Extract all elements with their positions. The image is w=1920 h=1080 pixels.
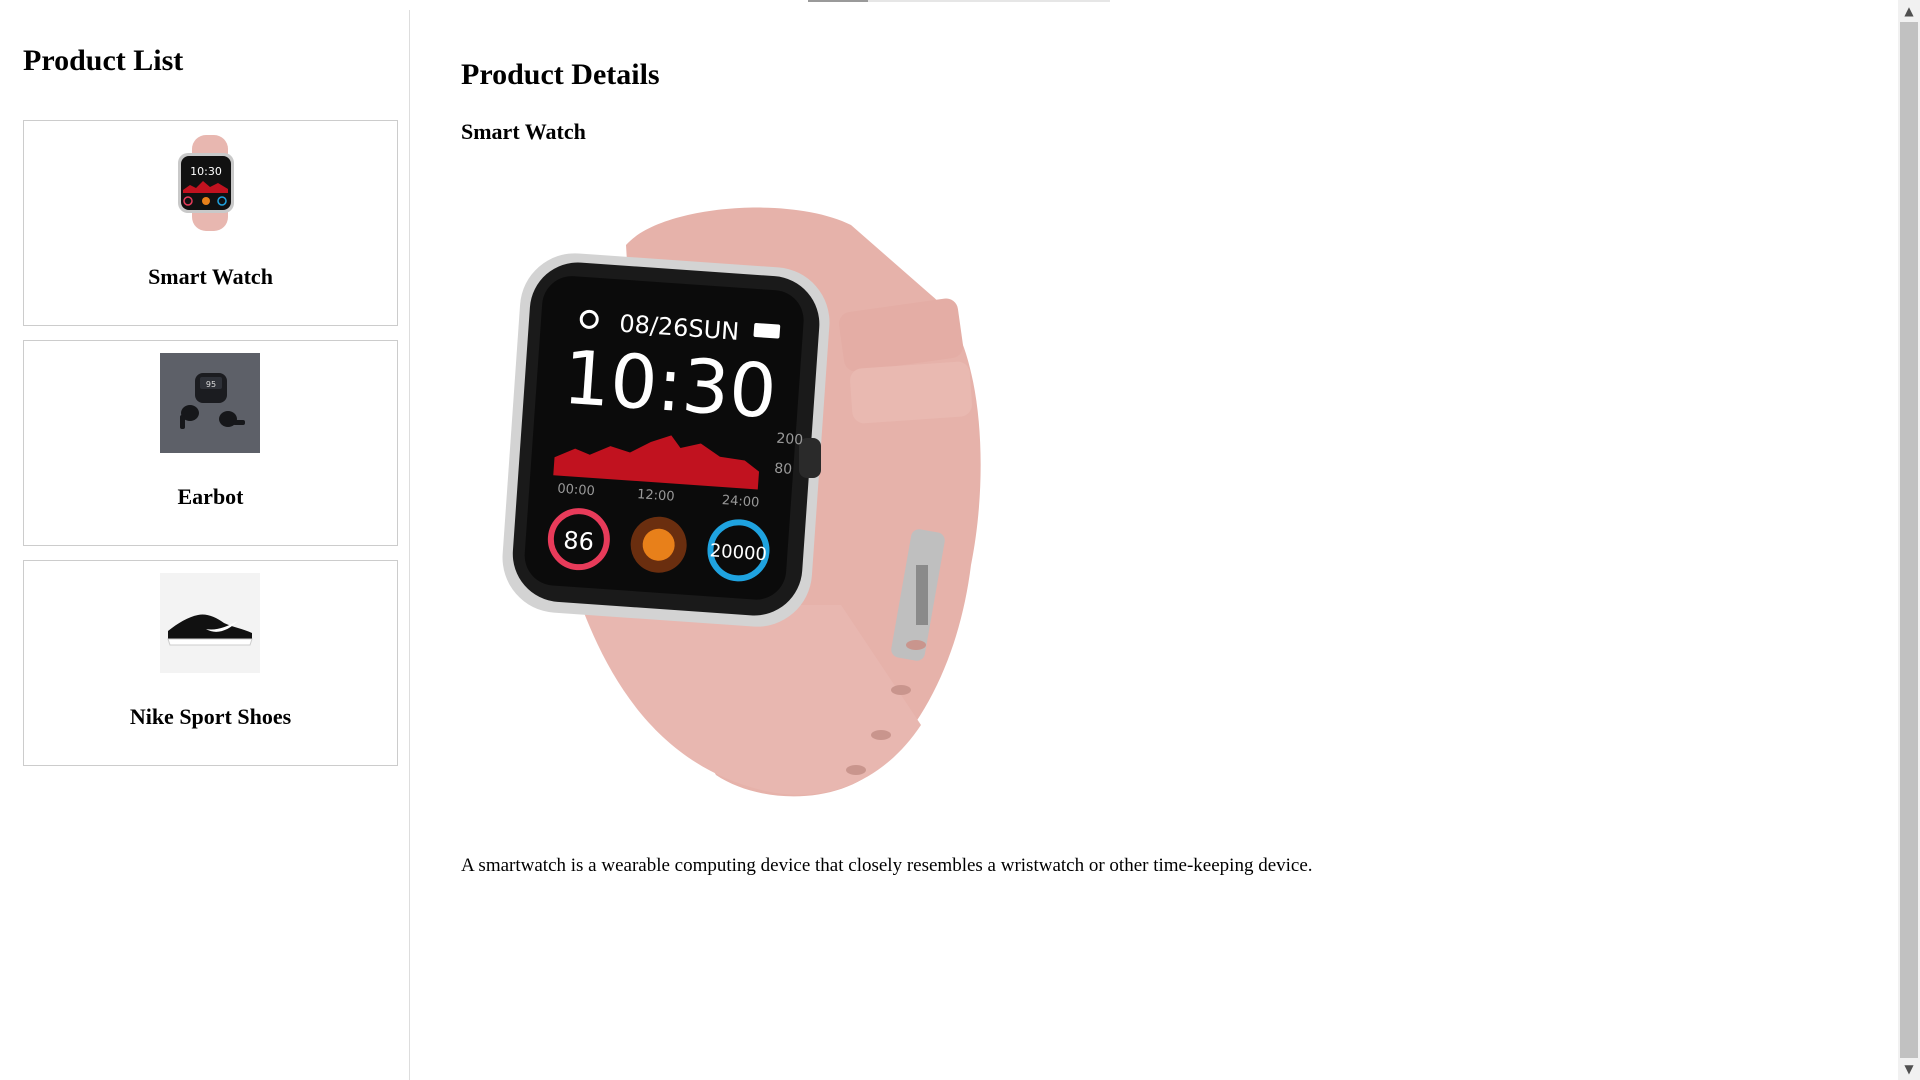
- product-list-title: Product List: [23, 44, 184, 77]
- scroll-up-icon[interactable]: ▲: [1898, 0, 1920, 22]
- product-list-panel: Product List 10:30 Smart Watch 95 Earbot…: [0, 10, 410, 1080]
- selected-product-name: Smart Watch: [461, 119, 586, 144]
- smart-watch-image: 08/26 SUN 10:30 200 80 00:00 12:00 24:00…: [461, 165, 1111, 815]
- scroll-down-icon[interactable]: ▼: [1898, 1058, 1920, 1080]
- product-details-title: Product Details: [461, 58, 660, 91]
- chart-t2-label: 24:00: [721, 493, 759, 511]
- chart-t0-label: 00:00: [557, 482, 595, 500]
- smart-watch-thumbnail: 10:30: [160, 133, 260, 233]
- product-description: A smartwatch is a wearable computing dev…: [461, 855, 1313, 876]
- vertical-scrollbar[interactable]: ▲ ▼: [1898, 0, 1920, 1080]
- heart-rate-value: 86: [563, 526, 595, 556]
- product-card-smart-watch[interactable]: 10:30 Smart Watch: [23, 120, 398, 326]
- product-details-panel: Product Details Smart Watch 08/26 SUN 10…: [461, 0, 1890, 1080]
- svg-text:95: 95: [206, 380, 216, 389]
- product-card-label: Nike Sport Shoes: [129, 704, 292, 729]
- steps-value: 20000: [709, 540, 768, 565]
- scrollbar-thumb[interactable]: [1900, 22, 1918, 1058]
- watch-time: 10:30: [560, 335, 779, 436]
- watch-date: 08/26: [618, 310, 689, 343]
- product-card-label: Smart Watch: [148, 264, 273, 289]
- product-card-earbot[interactable]: 95 Earbot: [23, 340, 398, 546]
- chart-t1-label: 12:00: [637, 487, 675, 505]
- chart-max-label: 200: [776, 431, 804, 449]
- product-card-label: Earbot: [177, 484, 244, 509]
- watch-day: SUN: [687, 314, 740, 345]
- sport-shoe-thumbnail: [160, 573, 260, 673]
- product-card-nike-shoes[interactable]: Nike Sport Shoes: [23, 560, 398, 766]
- svg-text:10:30: 10:30: [190, 165, 222, 178]
- earbuds-thumbnail: 95: [160, 353, 260, 453]
- chart-mid-label: 80: [774, 461, 793, 478]
